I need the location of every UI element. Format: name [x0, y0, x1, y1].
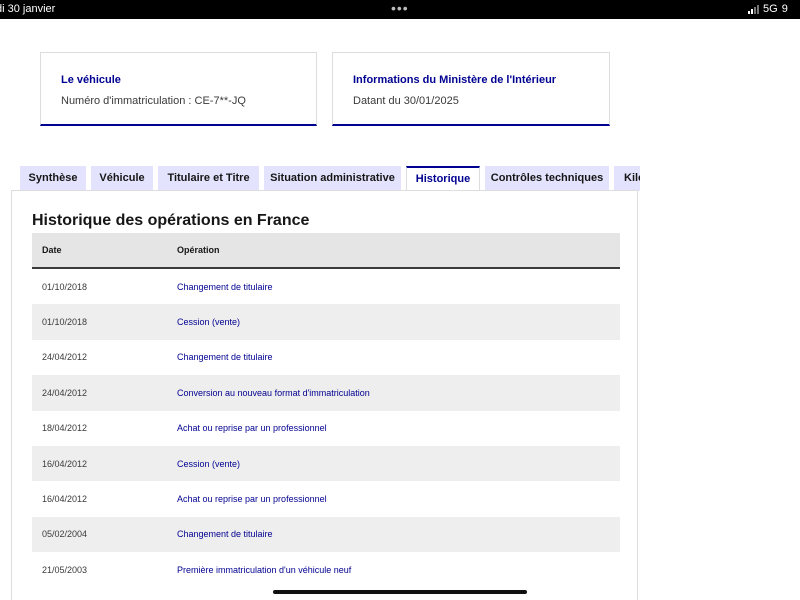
row-date: 21/05/2003: [32, 552, 177, 588]
ministry-card-title: Informations du Ministère de l'Intérieur: [353, 74, 557, 86]
tab-titulaire-titre[interactable]: Titulaire et Titre: [158, 166, 259, 191]
table-row: 16/04/2012 Cession (vente): [32, 445, 620, 482]
table-row: 01/10/2018 Changement de titulaire: [32, 268, 620, 305]
status-indicators: 5G 9: [748, 3, 788, 15]
row-operation: Première immatriculation d'un véhicule n…: [177, 552, 620, 588]
tab-situation-administrative[interactable]: Situation administrative: [264, 166, 401, 191]
status-bar: di 30 janvier ••• 5G 9: [0, 0, 800, 19]
tab-controles-techniques[interactable]: Contrôles techniques: [485, 166, 609, 191]
vehicle-card: Le véhicule Numéro d'immatriculation : C…: [40, 52, 317, 126]
row-operation: Changement de titulaire: [177, 516, 620, 553]
registration-number: Numéro d'immatriculation : CE-7**-JQ: [61, 95, 246, 107]
row-date: 24/04/2012: [32, 375, 177, 411]
row-date: 18/04/2012: [32, 410, 177, 446]
row-operation: Cession (vente): [177, 304, 620, 340]
row-operation: Changement de titulaire: [177, 268, 620, 305]
history-title: Historique des opérations en France: [32, 212, 310, 229]
table-row: 21/05/2003 Première immatriculation d'un…: [32, 552, 620, 588]
tab-synthese[interactable]: Synthèse: [20, 166, 86, 191]
row-operation: Changement de titulaire: [177, 339, 620, 376]
ministry-date: Datant du 30/01/2025: [353, 95, 459, 107]
tab-kilometrage[interactable]: Kilo: [614, 166, 640, 191]
table-row: 01/10/2018 Cession (vente): [32, 304, 620, 340]
table-row: 24/04/2012 Conversion au nouveau format …: [32, 375, 620, 411]
row-operation: Conversion au nouveau format d'immatricu…: [177, 375, 620, 411]
network-label: 5G: [763, 3, 778, 15]
tab-historique[interactable]: Historique: [406, 166, 480, 191]
status-date: di 30 janvier: [0, 3, 56, 15]
battery-fragment: 9: [781, 3, 788, 15]
table-row: 16/04/2012 Achat ou reprise par un profe…: [32, 481, 620, 517]
row-date: 16/04/2012: [32, 445, 177, 482]
row-operation: Achat ou reprise par un professionnel: [177, 410, 620, 446]
row-date: 16/04/2012: [32, 481, 177, 517]
multitask-dots-icon[interactable]: •••: [391, 0, 409, 16]
table-row: 18/04/2012 Achat ou reprise par un profe…: [32, 410, 620, 446]
row-date: 01/10/2018: [32, 268, 177, 305]
table-row: 05/02/2004 Changement de titulaire: [32, 516, 620, 553]
history-table: Date Opération 01/10/2018 Changement de …: [32, 233, 620, 588]
row-date: 24/04/2012: [32, 339, 177, 376]
signal-icon: [748, 4, 759, 14]
history-panel: Historique des opérations en France Date…: [11, 190, 638, 600]
row-date: 05/02/2004: [32, 516, 177, 553]
column-header-date: Date: [32, 233, 177, 269]
home-indicator[interactable]: [273, 590, 527, 594]
table-header-row: Date Opération: [32, 233, 620, 269]
row-operation: Cession (vente): [177, 445, 620, 482]
vehicle-card-title: Le véhicule: [61, 74, 121, 86]
row-operation: Achat ou reprise par un professionnel: [177, 481, 620, 517]
tab-vehicule[interactable]: Véhicule: [91, 166, 153, 191]
row-date: 01/10/2018: [32, 304, 177, 340]
tab-bar: Synthèse Véhicule Titulaire et Titre Sit…: [20, 166, 640, 191]
ministry-card: Informations du Ministère de l'Intérieur…: [332, 52, 610, 126]
column-header-operation: Opération: [177, 233, 620, 269]
table-row: 24/04/2012 Changement de titulaire: [32, 339, 620, 376]
